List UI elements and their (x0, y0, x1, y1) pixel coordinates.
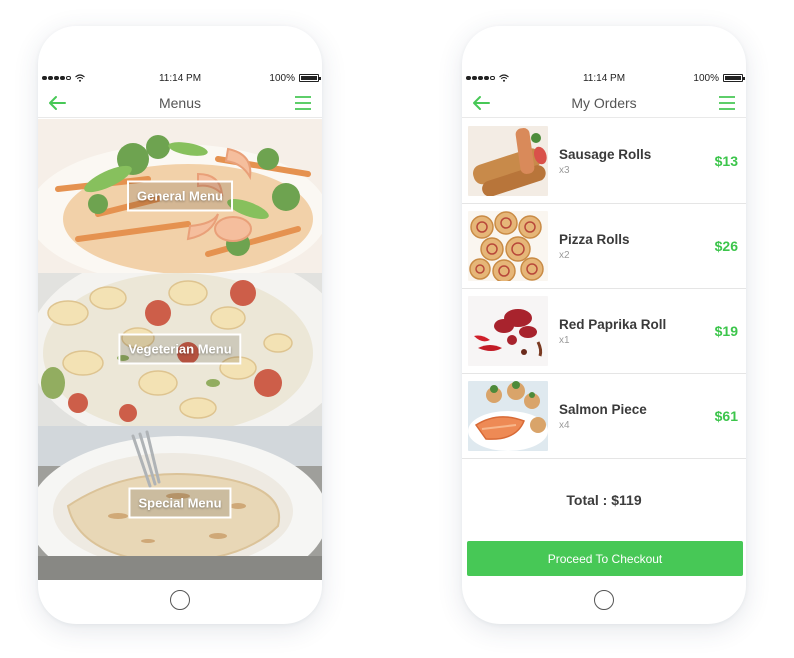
order-price: $61 (714, 408, 738, 424)
order-price: $19 (714, 323, 738, 339)
hamburger-menu-icon[interactable] (294, 94, 312, 112)
order-item[interactable]: Salmon Piece x4 $61 (462, 374, 746, 459)
sausage-rolls-image (468, 126, 548, 196)
special-menu-tile[interactable]: Special Menu (38, 426, 322, 580)
nav-bar: My Orders (462, 88, 746, 118)
back-arrow-icon[interactable] (471, 94, 491, 112)
back-arrow-icon[interactable] (47, 94, 67, 112)
order-item[interactable]: Red Paprika Roll x1 $19 (462, 289, 746, 374)
home-button[interactable] (170, 590, 190, 610)
general-menu-label: General Menu (127, 180, 233, 212)
order-price: $13 (714, 153, 738, 169)
order-name: Salmon Piece (559, 401, 647, 417)
order-total: Total : $119 (566, 492, 642, 508)
status-bar: 11:14 PM 100% (38, 70, 322, 86)
order-item[interactable]: Pizza Rolls x2 $26 (462, 204, 746, 289)
order-name: Sausage Rolls (559, 146, 652, 162)
hamburger-menu-icon[interactable] (718, 94, 736, 112)
vegetarian-menu-label: Vegeterian Menu (118, 333, 242, 365)
battery-icon (299, 74, 321, 82)
status-time: 11:14 PM (158, 72, 202, 84)
page-title: Menus (158, 94, 202, 111)
order-quantity: x4 (559, 419, 570, 431)
vegetarian-menu-tile[interactable]: Vegeterian Menu (38, 272, 322, 426)
page-title: My Orders (571, 94, 637, 111)
proceed-to-checkout-button[interactable]: Proceed To Checkout (467, 541, 743, 576)
order-list: Sausage Rolls x3 $13 Pizza Rolls x2 $26 … (462, 119, 746, 459)
order-quantity: x2 (559, 249, 570, 261)
general-menu-tile[interactable]: General Menu (38, 119, 322, 273)
home-button[interactable] (594, 590, 614, 610)
order-quantity: x3 (559, 164, 570, 176)
red-paprika-roll-image (468, 296, 548, 366)
salmon-piece-image (468, 381, 548, 451)
special-menu-label: Special Menu (128, 487, 232, 519)
menus-phone: 11:14 PM 100% Menus General Menu Vegeter… (38, 26, 322, 624)
status-bar: 11:14 PM 100% (462, 70, 746, 86)
menu-list: General Menu Vegeterian Menu Special Men… (38, 119, 322, 580)
battery-icon (723, 74, 745, 82)
pizza-rolls-image (468, 211, 548, 281)
nav-bar: Menus (38, 88, 322, 118)
orders-phone: 11:14 PM 100% My Orders Sausage Rolls x3… (462, 26, 746, 624)
order-price: $26 (714, 238, 738, 254)
status-time: 11:14 PM (582, 72, 626, 84)
order-item[interactable]: Sausage Rolls x3 $13 (462, 119, 746, 204)
order-quantity: x1 (559, 334, 570, 346)
order-name: Red Paprika Roll (559, 316, 667, 332)
order-name: Pizza Rolls (559, 231, 630, 247)
